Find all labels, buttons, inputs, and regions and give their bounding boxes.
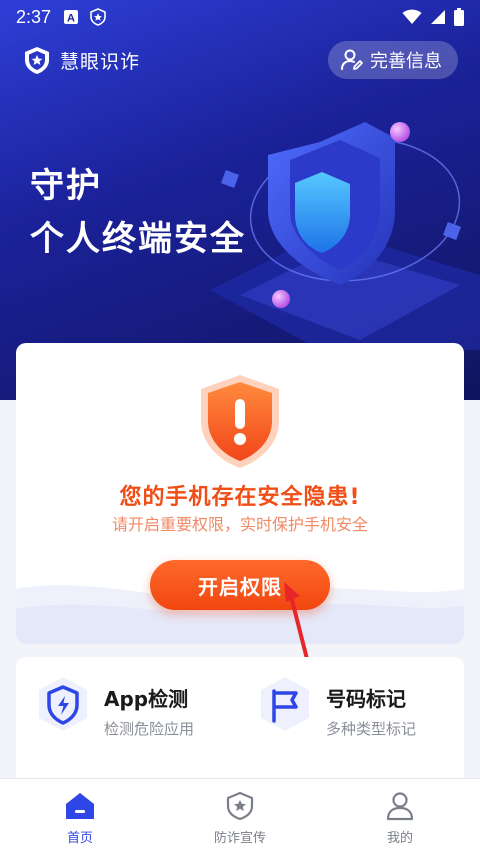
alert-subtitle: 请开启重要权限，实时保护手机安全 [111,515,368,534]
shield-illustration [210,122,480,350]
nav-label: 首页 [66,831,93,846]
brand: 慧眼识诈 [22,45,140,75]
tool-subtitle: 检测危险应用 [104,720,195,738]
user-icon [386,792,414,821]
app-bar: 慧眼识诈 完善信息 [22,40,458,80]
signal-icon [431,10,445,24]
red-arrow-annotation [284,582,310,665]
warning-shield-icon [201,375,279,468]
wifi-icon [402,9,422,24]
bottom-nav: 首页 防诈宣传 我的 [0,778,480,853]
hero-banner: 2:37 A 慧眼识诈 完善信息 守护 个人终端安全 [0,0,480,400]
nav-label: 我的 [386,831,413,846]
nav-mine[interactable]: 我的 [320,779,480,853]
battery-icon [454,8,464,26]
app-check-tool[interactable]: App检测 检测危险应用 [34,675,194,739]
status-time: 2:37 [16,6,52,27]
police-badge-icon [25,47,49,74]
security-alert-card: 您的手机存在安全隐患! 请开启重要权限，实时保护手机安全 开启权限 [16,343,464,644]
star-shield-icon [226,791,254,821]
shield-badge-icon [90,8,106,26]
tool-title: 号码标记 [326,687,406,711]
number-mark-tool[interactable]: 号码标记 多种类型标记 [256,675,416,739]
complete-info-label: 完善信息 [370,51,442,72]
notification-a-icon: A [64,10,79,25]
flag-icon [261,677,309,731]
nav-anti-fraud[interactable]: 防诈宣传 [160,779,320,853]
nav-home[interactable]: 首页 [0,779,160,853]
status-bar: 2:37 A [0,0,480,34]
tools-card: App检测 检测危险应用 号码标记 多种类型标记 [16,657,464,787]
svg-text:A: A [67,13,75,25]
alert-title: 您的手机存在安全隐患! [119,485,361,510]
app-name: 慧眼识诈 [60,50,141,73]
user-edit-icon [341,49,363,70]
home-icon [66,793,94,819]
nav-label: 防诈宣传 [213,831,266,846]
lightning-shield-icon [39,677,87,731]
tool-title: App检测 [104,687,189,711]
complete-info-button[interactable]: 完善信息 [328,41,458,79]
tool-subtitle: 多种类型标记 [326,720,417,738]
